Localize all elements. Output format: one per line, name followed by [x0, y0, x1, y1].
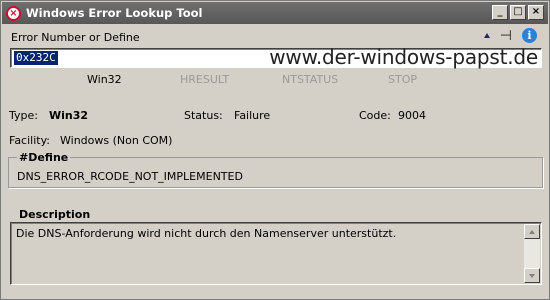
code-value: 9004 [398, 109, 426, 122]
tab-win32[interactable]: Win32 [87, 73, 122, 86]
status-label: Status: [184, 109, 223, 122]
status-value: Failure [234, 109, 271, 122]
info-icon[interactable]: i [522, 28, 537, 43]
window-controls: _ □ × [492, 5, 544, 20]
facility-value: Windows (Non COM) [60, 134, 173, 147]
error-number-input[interactable]: 0x232C www.der-windows-papst.de [10, 45, 542, 69]
result-type-tabs: Win32 HRESULT NTSTATUS STOP [1, 73, 549, 89]
description-scrollbar[interactable] [524, 224, 540, 283]
scroll-down-button[interactable] [524, 268, 540, 283]
error-input-label: Error Number or Define [11, 31, 140, 44]
tab-ntstatus[interactable]: NTSTATUS [282, 73, 338, 86]
facility-label: Facility: [9, 134, 51, 147]
define-title: #Define [17, 151, 71, 164]
maximize-button[interactable]: □ [510, 5, 526, 20]
define-value: DNS_ERROR_RCODE_NOT_IMPLEMENTED [17, 170, 243, 183]
code-label: Code: [359, 109, 391, 122]
description-box[interactable]: Die DNS-Anforderung wird nicht durch den… [10, 222, 542, 285]
tab-hresult[interactable]: HRESULT [180, 73, 229, 86]
description-title: Description [19, 208, 91, 221]
tab-stop[interactable]: STOP [388, 73, 417, 86]
title-bar[interactable]: × Windows Error Lookup Tool _ □ × [2, 2, 548, 24]
error-app-icon: × [6, 5, 21, 21]
watermark-text: www.der-windows-papst.de [269, 45, 538, 69]
scroll-down-arrow-icon [529, 274, 535, 278]
scroll-up-button[interactable] [524, 224, 540, 239]
description-text: Die DNS-Anforderung wird nicht durch den… [16, 227, 397, 240]
type-value: Win32 [49, 109, 89, 122]
up-arrow-icon[interactable] [483, 33, 490, 38]
type-label: Type: [9, 109, 38, 122]
scroll-up-arrow-icon [529, 230, 535, 234]
toolbar-icons: ⊣ i [483, 28, 537, 43]
pin-icon[interactable]: ⊣ [500, 29, 512, 43]
window-title: Windows Error Lookup Tool [26, 6, 203, 20]
minimize-button[interactable]: _ [492, 5, 508, 20]
error-lookup-window: × Windows Error Lookup Tool _ □ × Error … [0, 0, 550, 300]
close-button[interactable]: × [528, 5, 544, 20]
error-number-value[interactable]: 0x232C [14, 51, 58, 65]
